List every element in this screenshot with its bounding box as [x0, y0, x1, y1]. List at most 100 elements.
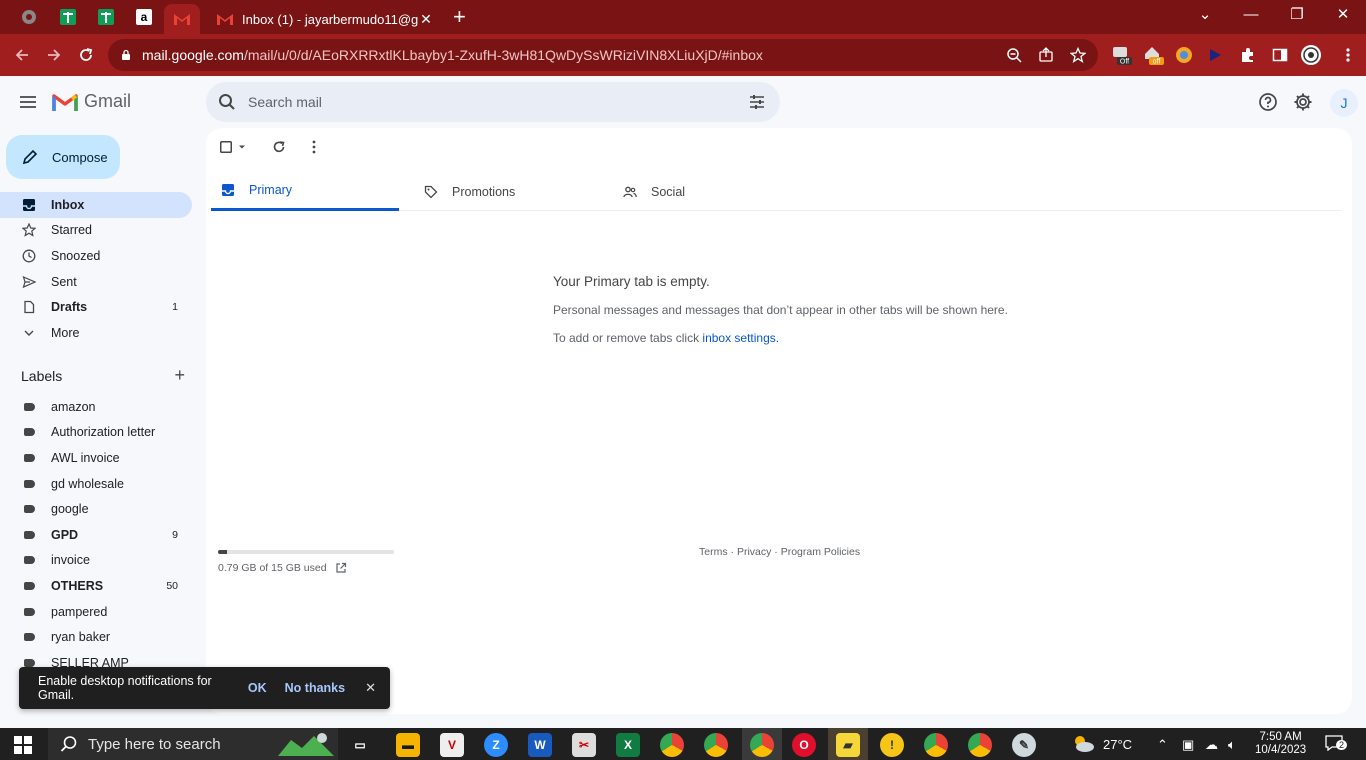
task-view-icon[interactable]: ▭	[348, 733, 372, 757]
taskbar-search[interactable]: Type here to search	[48, 728, 338, 760]
search-bar[interactable]	[206, 82, 780, 122]
label-item[interactable]: invoice	[0, 548, 192, 574]
snackbar-close-icon[interactable]: ✕	[365, 680, 376, 696]
settings-gear-icon[interactable]	[1293, 92, 1313, 112]
sheets-icon	[60, 9, 76, 25]
program-policies-link[interactable]: Program Policies	[781, 546, 860, 558]
active-pinned-tab-gmail[interactable]	[164, 4, 200, 34]
pinned-tab-amazon[interactable]: a	[131, 5, 157, 29]
weather-temperature[interactable]: 27°C	[1103, 737, 1132, 752]
create-label-button[interactable]: +	[174, 366, 185, 384]
sidebar-item-starred[interactable]: Starred	[0, 218, 192, 244]
tab-inbox[interactable]: Inbox (1) - jayarbermudo11@gm ✕	[206, 4, 444, 34]
inbox-settings-link[interactable]: inbox settings.	[702, 331, 779, 345]
privacy-link[interactable]: Privacy	[737, 546, 771, 558]
tab-promotions[interactable]: Promotions	[414, 172, 602, 211]
minimize-button[interactable]: —	[1228, 4, 1274, 26]
chrome-profile-3-icon[interactable]	[968, 733, 992, 757]
sidebar-item-inbox[interactable]: Inbox	[0, 192, 192, 218]
snipping-tool-icon[interactable]: ✂	[572, 733, 596, 757]
label-item[interactable]: ryan baker	[0, 624, 192, 650]
zoom-icon[interactable]	[1006, 47, 1022, 63]
snackbar-ok-button[interactable]: OK	[248, 681, 267, 695]
terms-link[interactable]: Terms	[699, 546, 728, 558]
chrome-icon[interactable]	[660, 733, 684, 757]
gmail-logo[interactable]: Gmail	[52, 91, 131, 112]
forward-button[interactable]	[43, 44, 65, 66]
profile-button[interactable]	[1300, 44, 1322, 66]
side-panel-button[interactable]	[1269, 44, 1291, 66]
chrome-profile-2-icon[interactable]	[924, 733, 948, 757]
device-icon[interactable]: ▣	[1182, 737, 1194, 753]
sidebar-item-sent[interactable]: Sent	[0, 269, 192, 295]
close-window-button[interactable]: ✕	[1320, 4, 1366, 26]
sticky-notes-icon[interactable]: ▰	[836, 733, 860, 757]
zoom-app-icon[interactable]: Z	[484, 733, 508, 757]
new-tab-button[interactable]: +	[453, 6, 466, 28]
opera-icon[interactable]: O	[792, 733, 816, 757]
system-clock[interactable]: 7:50 AM 10/4/2023	[1255, 731, 1306, 757]
extension-off-1[interactable]: Off	[1110, 44, 1132, 66]
search-input[interactable]	[248, 94, 748, 110]
shield-icon[interactable]: !	[880, 733, 904, 757]
paint-icon[interactable]: ✎	[1012, 733, 1036, 757]
label-item[interactable]: gd wholesale	[0, 471, 192, 497]
excel-icon[interactable]: X	[616, 733, 640, 757]
extension-orange-circle[interactable]	[1173, 44, 1195, 66]
compose-button[interactable]: Compose	[6, 135, 120, 179]
label-icon	[23, 479, 35, 488]
label-item[interactable]: pampered	[0, 599, 192, 625]
sidebar-item-snoozed[interactable]: Snoozed	[0, 243, 192, 269]
sidebar-item-more[interactable]: More	[0, 320, 192, 346]
tab-social[interactable]: Social	[613, 172, 801, 211]
chrome-active-icon[interactable]	[750, 733, 774, 757]
pinned-tab-sheets[interactable]	[55, 5, 81, 29]
label-item[interactable]: amazon	[0, 394, 192, 420]
bookmark-star-icon[interactable]	[1070, 47, 1086, 63]
restore-button[interactable]: ❐	[1274, 4, 1320, 26]
search-icon[interactable]	[218, 93, 236, 111]
label-item[interactable]: OTHERS 50	[0, 573, 192, 599]
extension-off-2[interactable]: off	[1142, 44, 1164, 66]
back-button[interactable]	[11, 44, 33, 66]
file-explorer-icon[interactable]: ▬	[396, 733, 420, 757]
label-item[interactable]: Authorization letter	[0, 420, 192, 446]
sidebar-item-drafts[interactable]: Drafts 1	[0, 294, 192, 320]
main-menu-icon[interactable]	[18, 92, 38, 112]
refresh-icon[interactable]	[272, 140, 286, 154]
extension-play[interactable]	[1204, 44, 1226, 66]
open-in-new-icon[interactable]	[335, 562, 347, 574]
label-item[interactable]: GPD 9	[0, 522, 192, 548]
windows-start-icon[interactable]	[14, 736, 32, 754]
show-hidden-icons-chevron-icon[interactable]: ⌃	[1157, 737, 1168, 753]
pinned-tab-1[interactable]	[16, 5, 42, 29]
sidebar-item-label: Starred	[51, 223, 92, 238]
select-checkbox-icon[interactable]	[220, 141, 232, 153]
tab-search-chevron-icon[interactable]: ⌄	[1182, 4, 1228, 26]
label-item[interactable]: AWL invoice	[0, 445, 192, 471]
weather-cloudy-icon[interactable]	[1070, 733, 1096, 755]
reload-button[interactable]	[75, 44, 97, 66]
onedrive-cloud-icon[interactable]: ☁	[1205, 737, 1218, 753]
address-bar[interactable]: mail.google.com/mail/u/0/d/AEoRXRRxtlKLb…	[108, 39, 1098, 71]
sidebar-bottom-area	[0, 706, 205, 728]
help-icon[interactable]	[1258, 92, 1278, 112]
volume-icon[interactable]: 🔈︎	[1228, 737, 1236, 753]
share-icon[interactable]	[1038, 47, 1054, 63]
label-item[interactable]: google	[0, 496, 192, 522]
account-avatar[interactable]: J	[1330, 89, 1358, 117]
chrome-profile-icon[interactable]	[704, 733, 728, 757]
extensions-button[interactable]	[1237, 44, 1259, 66]
browser-menu-button[interactable]	[1337, 44, 1359, 66]
more-vert-icon[interactable]	[312, 140, 316, 154]
select-dropdown-icon[interactable]	[236, 141, 248, 153]
notification-center-button[interactable]: 2	[1325, 735, 1348, 753]
tab-close-icon[interactable]: ✕	[418, 11, 434, 28]
word-icon[interactable]: W	[528, 733, 552, 757]
tab-primary[interactable]: Primary	[211, 172, 399, 211]
amazon-icon: a	[136, 9, 152, 25]
pinned-tab-sheets-2[interactable]	[93, 5, 119, 29]
app-vs-icon[interactable]: V	[440, 733, 464, 757]
snackbar-no-thanks-button[interactable]: No thanks	[285, 681, 345, 695]
search-options-icon[interactable]	[748, 93, 766, 111]
